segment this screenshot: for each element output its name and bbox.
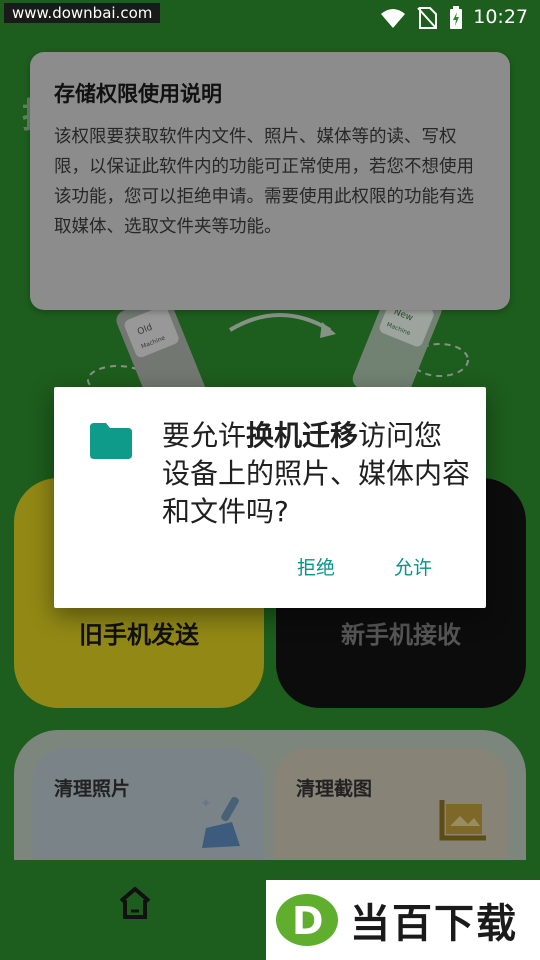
no-sim-icon	[417, 7, 437, 29]
battery-charging-icon	[450, 6, 462, 29]
brand-watermark: D 当百下载	[266, 880, 540, 960]
app-name: 换机迁移	[246, 419, 359, 452]
status-bar: www.downbai.com 10:27	[0, 0, 540, 36]
deny-button[interactable]: 拒绝	[297, 553, 335, 580]
allow-button[interactable]: 允许	[394, 553, 432, 580]
brand-logo: D	[276, 894, 338, 946]
svg-text:D: D	[292, 899, 324, 943]
message-prefix: 要允许	[162, 419, 247, 452]
wifi-icon	[381, 9, 405, 28]
permission-dialog: 要允许换机迁移访问您设备上的照片、媒体内容和文件吗? 拒绝 允许	[54, 387, 486, 608]
site-url-watermark: www.downbai.com	[4, 3, 161, 23]
brand-name: 当百下载	[350, 901, 518, 947]
status-time: 10:27	[473, 6, 528, 28]
folder-icon	[90, 423, 132, 459]
permission-message: 要允许换机迁移访问您设备上的照片、媒体内容和文件吗?	[162, 417, 470, 531]
